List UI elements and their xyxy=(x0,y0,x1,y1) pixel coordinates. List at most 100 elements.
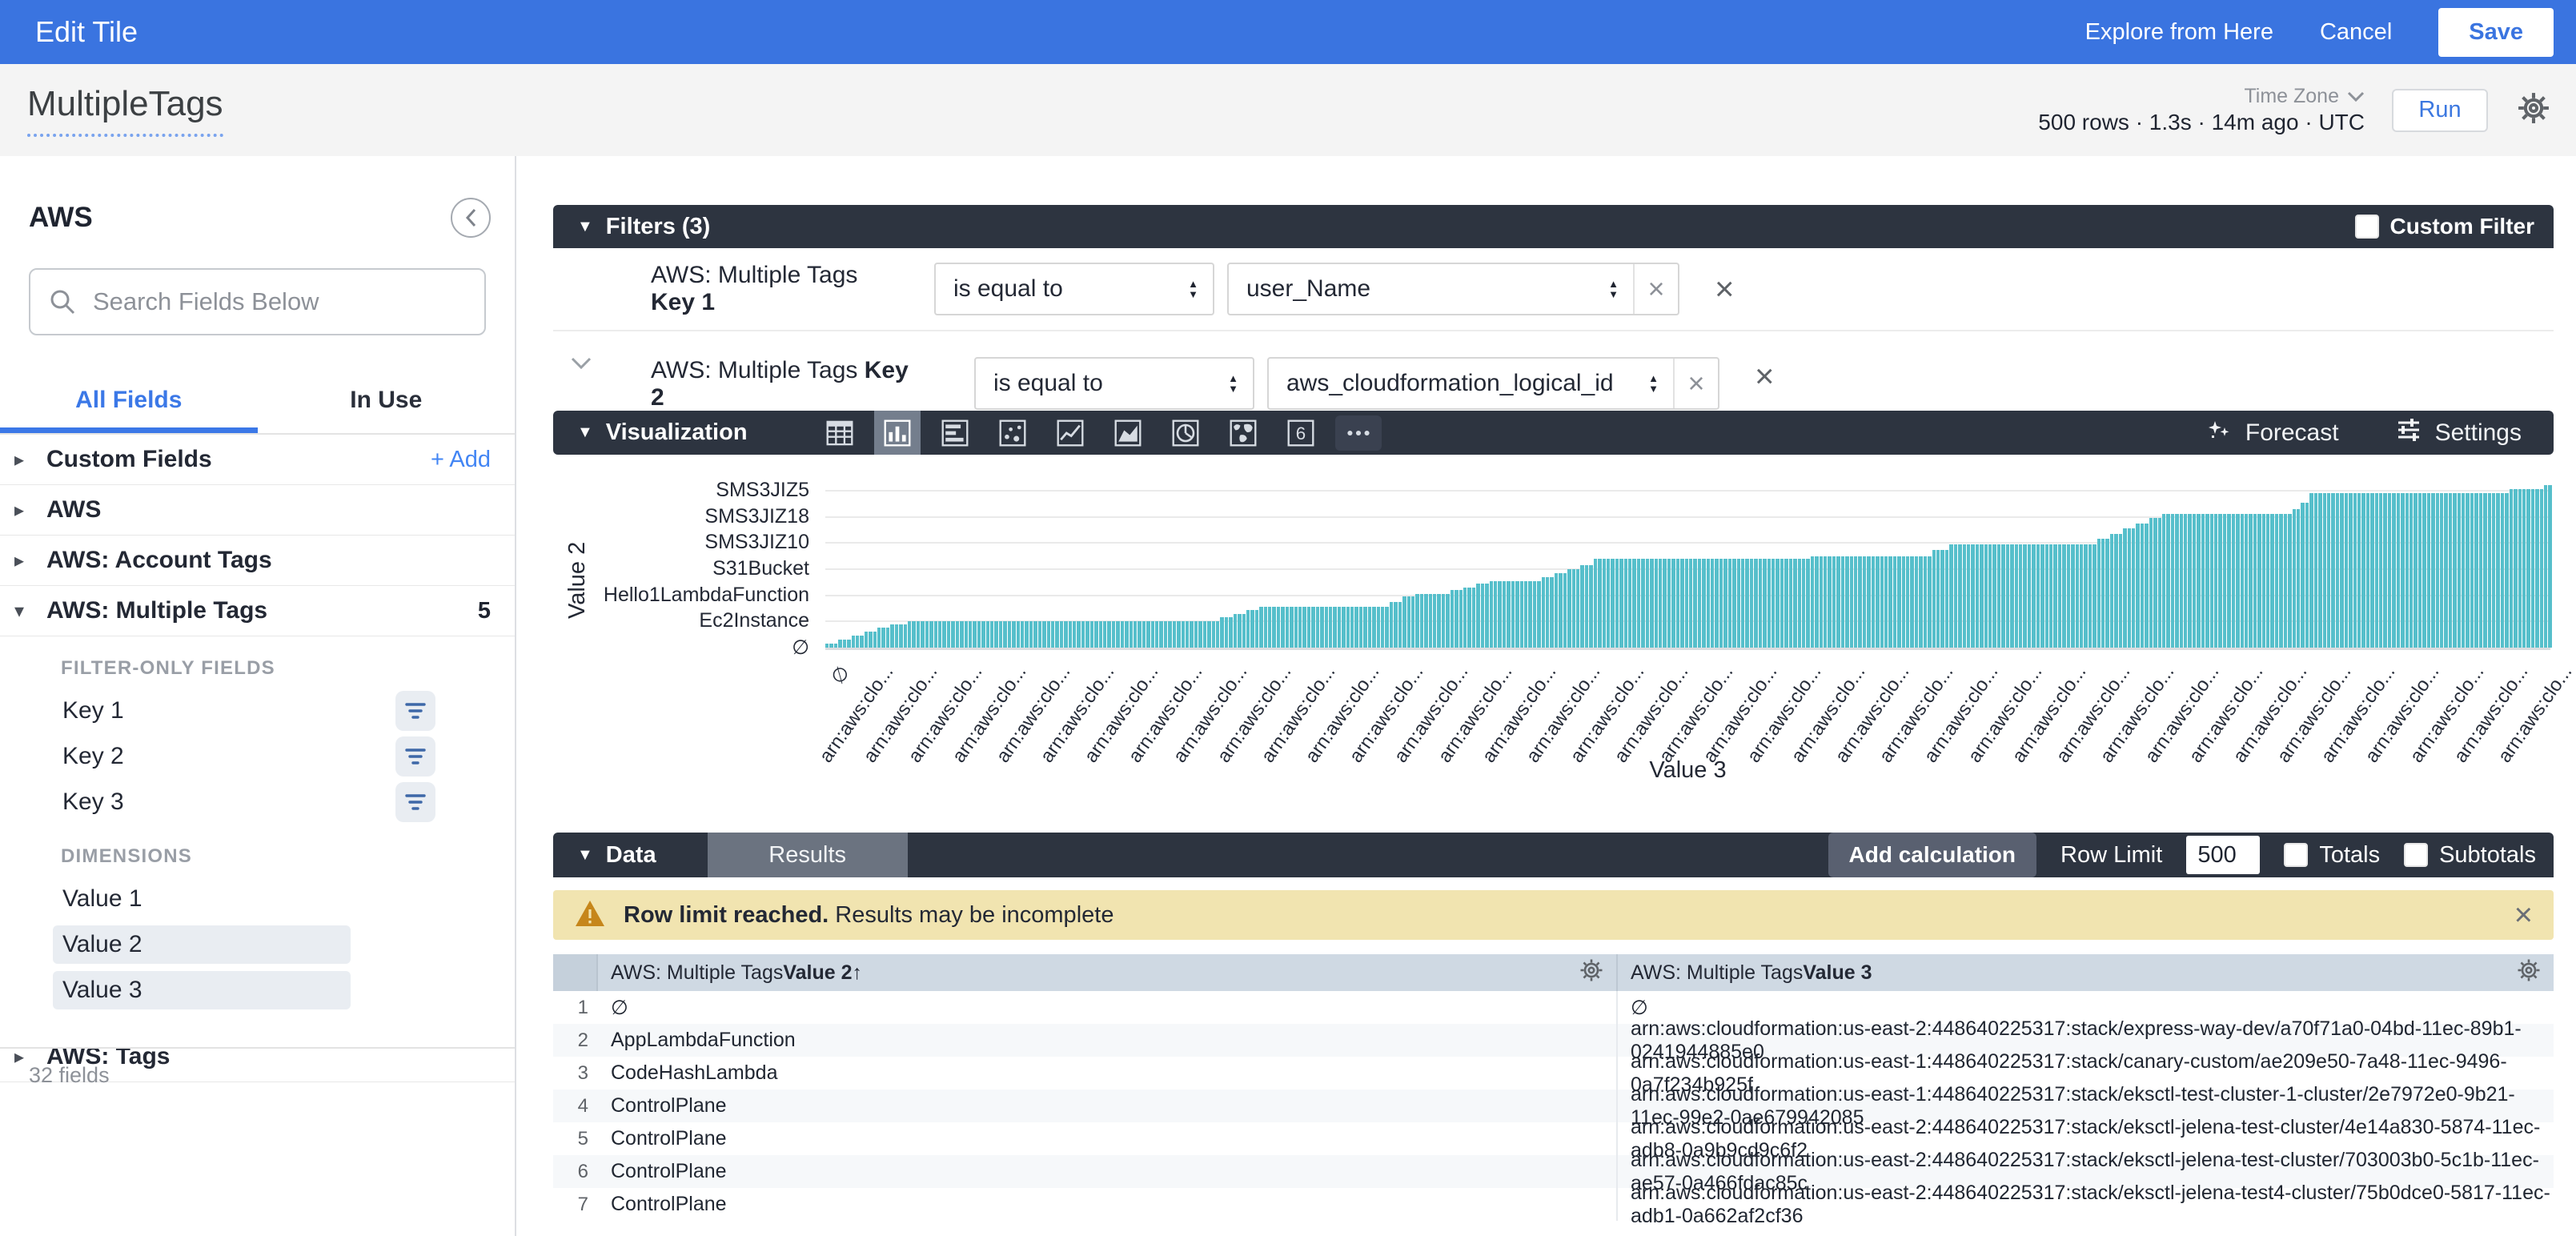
filter-field-button[interactable] xyxy=(395,736,435,777)
bar[interactable] xyxy=(1780,559,1784,648)
bar[interactable] xyxy=(1611,559,1614,648)
bar[interactable] xyxy=(2275,514,2278,648)
add-calculation-button[interactable]: Add calculation xyxy=(1828,833,2036,877)
filter-operator-select[interactable]: is equal to▲▼ xyxy=(934,263,1214,315)
bar[interactable] xyxy=(912,621,915,648)
custom-filter-checkbox[interactable] xyxy=(2355,215,2379,239)
bar[interactable] xyxy=(1177,621,1180,648)
bar[interactable] xyxy=(2449,493,2452,648)
bar[interactable] xyxy=(1572,569,1575,648)
search-input[interactable] xyxy=(29,268,486,335)
field-item-value-3[interactable]: Value 3 xyxy=(0,967,515,1013)
bar[interactable] xyxy=(2097,539,2101,648)
bar[interactable] xyxy=(1763,559,1766,648)
bar[interactable] xyxy=(1411,596,1414,648)
bar[interactable] xyxy=(1463,588,1467,648)
chart-type-pie-chart-icon[interactable] xyxy=(1162,411,1209,455)
bar[interactable] xyxy=(2375,493,2378,648)
bar[interactable] xyxy=(1173,621,1176,648)
bar[interactable] xyxy=(2531,489,2534,648)
bar[interactable] xyxy=(899,624,902,648)
bar[interactable] xyxy=(1112,621,1115,648)
bar[interactable] xyxy=(1897,556,1900,648)
bar[interactable] xyxy=(1451,590,1454,648)
bar[interactable] xyxy=(908,621,911,648)
bar[interactable] xyxy=(1963,544,1966,648)
chart-type-bar-chart-icon[interactable] xyxy=(932,411,978,455)
bar[interactable] xyxy=(1220,617,1223,648)
bar[interactable] xyxy=(2175,514,2178,648)
bar[interactable] xyxy=(2361,493,2365,648)
bar[interactable] xyxy=(1542,577,1545,648)
clear-value-button[interactable]: × xyxy=(1673,359,1718,408)
timezone-dropdown[interactable]: Time Zone xyxy=(2244,85,2365,108)
bar[interactable] xyxy=(2535,489,2538,648)
bar[interactable] xyxy=(1767,559,1771,648)
bar[interactable] xyxy=(2123,528,2126,648)
bar[interactable] xyxy=(1281,607,1284,648)
bar[interactable] xyxy=(860,636,863,648)
bar[interactable] xyxy=(994,621,997,648)
bar[interactable] xyxy=(2522,489,2526,648)
forecast-button[interactable]: Forecast xyxy=(2205,416,2339,450)
bar[interactable] xyxy=(1646,559,1649,648)
bar[interactable] xyxy=(2345,493,2348,648)
bar[interactable] xyxy=(2218,514,2221,648)
bar[interactable] xyxy=(2431,493,2434,648)
bar[interactable] xyxy=(1047,621,1050,648)
bar[interactable] xyxy=(1294,607,1298,648)
chart-type-line-chart-icon[interactable] xyxy=(1047,411,1093,455)
bar[interactable] xyxy=(1446,594,1449,648)
bar[interactable] xyxy=(2067,544,2070,648)
bar[interactable] xyxy=(977,621,981,648)
bar[interactable] xyxy=(2114,534,2117,648)
bar[interactable] xyxy=(1832,556,1836,648)
row-limit-input[interactable] xyxy=(2186,836,2260,874)
bar[interactable] xyxy=(2193,514,2196,648)
bar[interactable] xyxy=(1368,607,1371,648)
bar[interactable] xyxy=(1945,550,1948,648)
tab-all-fields[interactable]: All Fields xyxy=(0,387,258,433)
bar[interactable] xyxy=(1632,559,1635,648)
bar[interactable] xyxy=(2496,493,2499,648)
bar[interactable] xyxy=(877,628,881,648)
bar[interactable] xyxy=(2397,493,2400,648)
bar[interactable] xyxy=(1685,559,1688,648)
bar[interactable] xyxy=(1971,544,1974,648)
bar[interactable] xyxy=(1940,550,1944,648)
bar[interactable] xyxy=(2249,514,2252,648)
bar[interactable] xyxy=(1607,559,1610,648)
bar[interactable] xyxy=(942,621,945,648)
bar[interactable] xyxy=(1042,621,1045,648)
bar[interactable] xyxy=(2101,539,2105,648)
bar[interactable] xyxy=(1134,621,1137,648)
bar[interactable] xyxy=(1338,607,1341,648)
bar[interactable] xyxy=(1090,621,1093,648)
bar[interactable] xyxy=(2427,493,2430,648)
bar[interactable] xyxy=(1845,556,1848,648)
bar[interactable] xyxy=(2158,518,2161,648)
bar[interactable] xyxy=(1789,559,1792,648)
field-item-value-1[interactable]: Value 1 xyxy=(0,876,515,921)
bar[interactable] xyxy=(2236,514,2239,648)
bar[interactable] xyxy=(1234,614,1237,648)
bar[interactable] xyxy=(1828,556,1831,648)
bar[interactable] xyxy=(947,621,950,648)
bar[interactable] xyxy=(2470,493,2474,648)
bar[interactable] xyxy=(2462,493,2465,648)
bar[interactable] xyxy=(1997,544,2000,648)
bar[interactable] xyxy=(1485,584,1488,648)
bar[interactable] xyxy=(2314,493,2317,648)
bar[interactable] xyxy=(1290,607,1293,648)
bar[interactable] xyxy=(2062,544,2065,648)
bar[interactable] xyxy=(1680,559,1683,648)
bar[interactable] xyxy=(1259,607,1262,648)
bar[interactable] xyxy=(1060,621,1063,648)
bar[interactable] xyxy=(1906,556,1909,648)
bar[interactable] xyxy=(1359,607,1362,648)
bar[interactable] xyxy=(1867,556,1870,648)
explore-from-here-button[interactable]: Explore from Here xyxy=(2085,19,2273,46)
bar[interactable] xyxy=(2088,544,2092,648)
bar[interactable] xyxy=(1394,602,1397,648)
filter-field-button[interactable] xyxy=(395,782,435,822)
